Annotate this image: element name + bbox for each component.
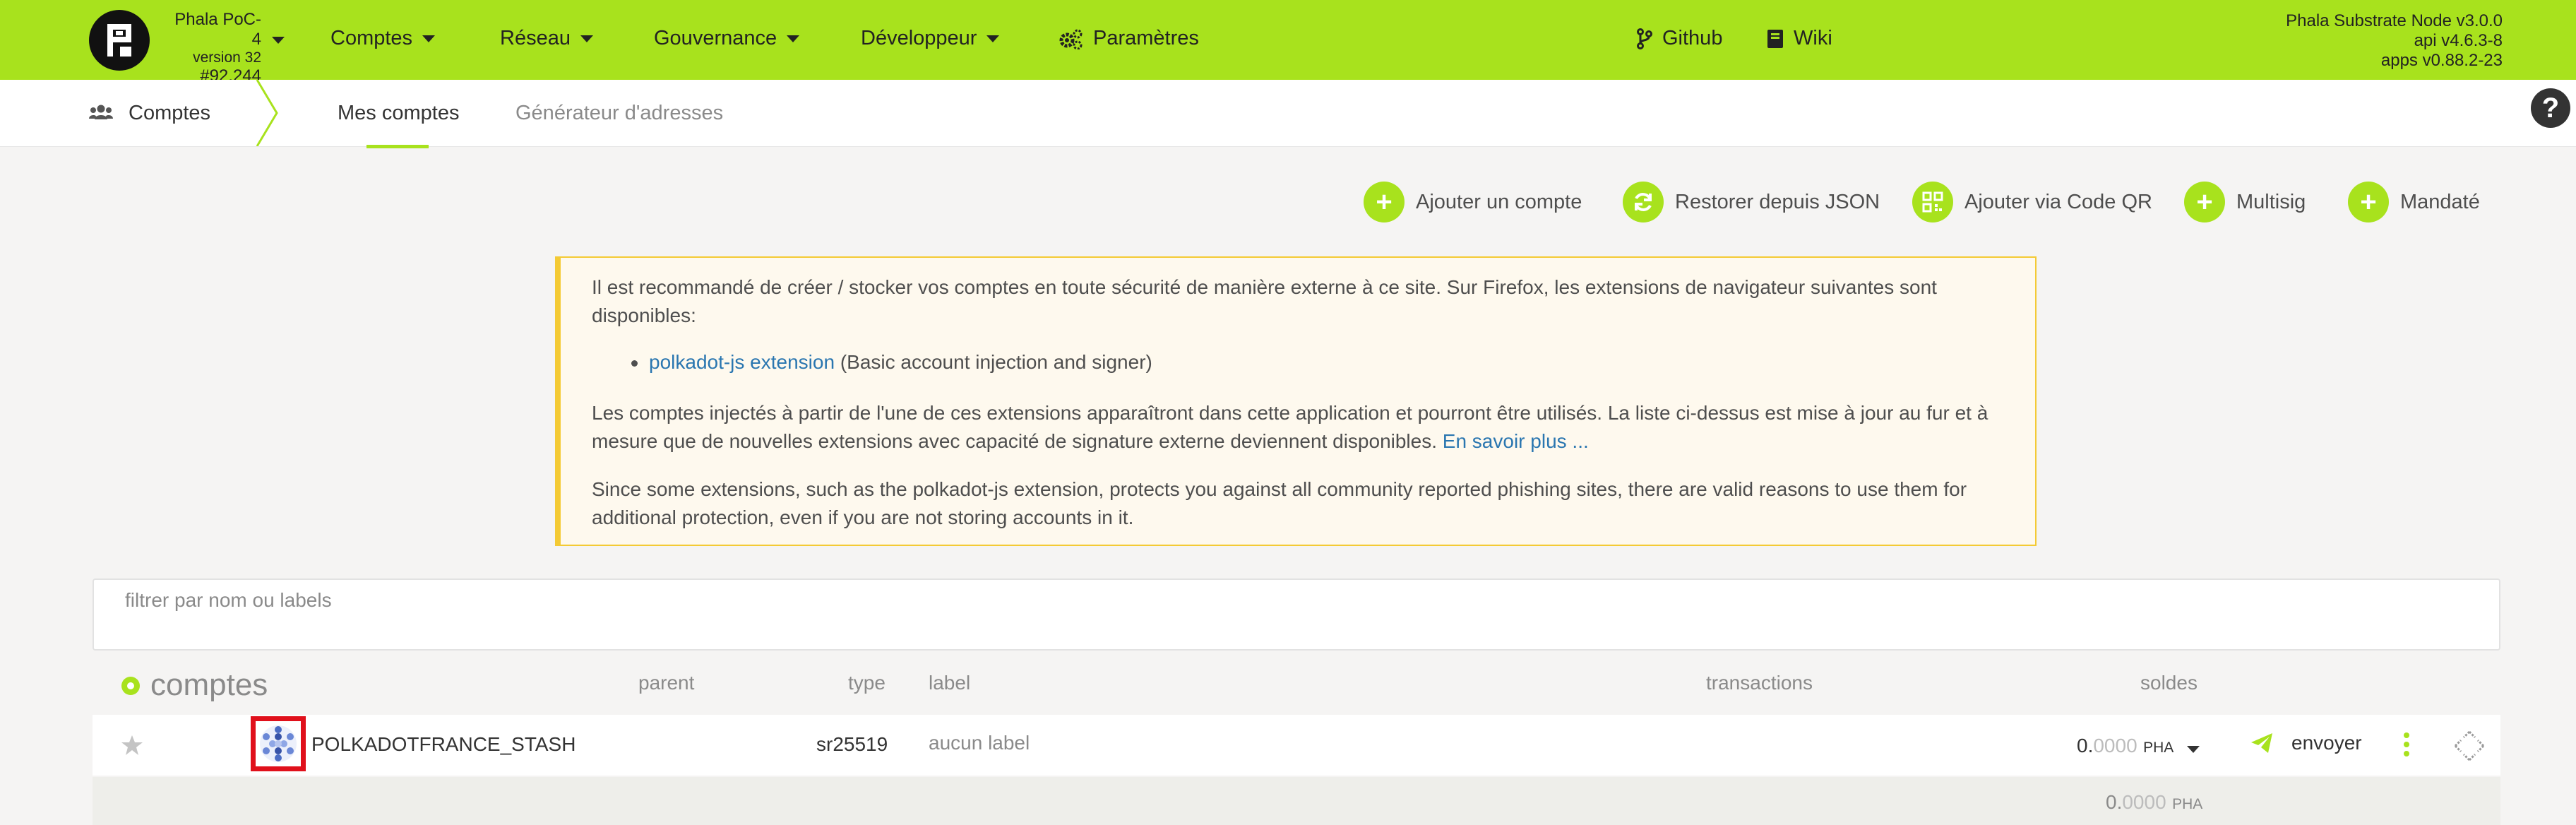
info-paragraph-1: Il est recommandé de créer / stocker vos…: [592, 276, 1937, 326]
extension-description: (Basic account injection and signer): [835, 351, 1152, 373]
nav-reseau[interactable]: Réseau: [500, 27, 593, 50]
help-icon-glyph: ?: [2541, 93, 2560, 124]
sync-icon: [1623, 182, 1664, 222]
header-type: type: [848, 672, 886, 694]
header-label: label: [929, 672, 971, 694]
info-paragraph-3: Since some extensions, such as the polka…: [592, 478, 1967, 528]
code-branch-icon: [1637, 28, 1652, 49]
node-apps-version: apps v0.88.2-23: [2380, 51, 2503, 70]
add-account-button[interactable]: + Ajouter un compte: [1364, 182, 1582, 222]
balance-integer: 0.: [2077, 735, 2094, 756]
sub-navbar: Comptes Mes comptes Générateur d'adresse…: [0, 80, 2576, 147]
link-github[interactable]: Github: [1637, 27, 1722, 50]
users-icon: [89, 105, 113, 119]
send-label: envoyer: [2291, 732, 2362, 754]
active-tab-indicator: [366, 145, 429, 148]
caret-down-icon: [422, 35, 436, 42]
nav-comptes-label: Comptes: [330, 27, 413, 49]
expand-arrows-icon[interactable]: [2454, 730, 2485, 761]
total-decimals: 0000: [2122, 791, 2166, 813]
caret-down-icon: [787, 35, 800, 42]
nav-gouvernance[interactable]: Gouvernance: [654, 27, 800, 50]
info-paragraph-2-text: Les comptes injectés à partir de l'une d…: [592, 402, 1988, 452]
qrcode-icon: [1912, 182, 1953, 222]
add-qr-label: Ajouter via Code QR: [1964, 190, 2152, 213]
gears-icon: [1059, 29, 1083, 49]
restore-json-label: Restorer depuis JSON: [1675, 190, 1880, 213]
nav-parametres[interactable]: Paramètres: [1059, 27, 1199, 50]
link-github-label: Github: [1662, 27, 1723, 49]
accounts-title: comptes: [150, 667, 268, 702]
nav-developpeur[interactable]: Développeur: [861, 27, 1000, 50]
caret-down-icon: [2186, 745, 2200, 753]
status-dot-icon: [121, 677, 140, 695]
nav-comptes[interactable]: Comptes: [330, 27, 436, 50]
table-row: POLKADOTFRANCE_STASH sr25519 aucun label…: [93, 715, 2500, 776]
chain-version: version 32: [193, 49, 261, 66]
accounts-table-header: comptes parent type label transactions s…: [93, 655, 2500, 710]
polkadot-extension-link[interactable]: polkadot-js extension: [649, 351, 835, 373]
plus-icon: +: [2184, 182, 2225, 222]
caret-down-icon: [580, 35, 593, 42]
link-wiki[interactable]: Wiki: [1767, 27, 1832, 50]
filter-input[interactable]: filtrer par nom ou labels: [93, 578, 2500, 651]
multisig-label: Multisig: [2236, 190, 2306, 213]
more-options-icon[interactable]: [2403, 732, 2410, 757]
chain-selector-caret-icon[interactable]: [272, 37, 285, 44]
paper-plane-icon: [2251, 733, 2272, 753]
top-navbar: Phala PoC-4 version 32 #92,244 Comptes R…: [0, 0, 2576, 85]
nav-reseau-label: Réseau: [500, 27, 571, 49]
learn-more-link[interactable]: En savoir plus ...: [1443, 430, 1589, 452]
account-name[interactable]: POLKADOTFRANCE_STASH: [311, 733, 576, 756]
add-qr-button[interactable]: Ajouter via Code QR: [1912, 182, 2152, 222]
account-label[interactable]: aucun label: [929, 732, 1030, 754]
phala-logo[interactable]: [89, 10, 150, 71]
breadcrumb-chevron: [256, 80, 278, 146]
account-balance[interactable]: 0.0000 PHA: [2077, 735, 2200, 757]
header-balances: soldes: [2140, 672, 2198, 694]
balance-unit: PHA: [2143, 740, 2174, 756]
node-info: Phala Substrate Node v3.0.0 api v4.6.3-8…: [2286, 11, 2503, 71]
restore-json-button[interactable]: Restorer depuis JSON: [1623, 182, 1880, 222]
nav-parametres-label: Paramètres: [1093, 27, 1199, 49]
multisig-button[interactable]: + Multisig: [2184, 182, 2306, 222]
plus-icon: +: [2348, 182, 2389, 222]
bullet-icon: [631, 360, 638, 367]
account-type: sr25519: [816, 733, 888, 755]
tab-mes-comptes[interactable]: Mes comptes: [338, 102, 459, 125]
tab-generateur-adresses[interactable]: Générateur d'adresses: [515, 102, 723, 125]
total-balance: 0.0000 PHA: [2106, 791, 2202, 814]
add-account-label: Ajouter un compte: [1416, 190, 1582, 213]
balance-decimals: 0000: [2093, 735, 2137, 756]
total-unit: PHA: [2172, 796, 2203, 812]
total-row: 0.0000 PHA: [93, 777, 2500, 825]
chain-info[interactable]: Phala PoC-4 version 32 #92,244: [167, 10, 261, 86]
book-icon: [1767, 29, 1783, 48]
account-identicon[interactable]: [251, 716, 306, 771]
header-transactions: transactions: [1706, 672, 1813, 694]
total-integer: 0.: [2106, 791, 2123, 813]
header-parent: parent: [638, 672, 695, 694]
favorite-star-icon[interactable]: [121, 735, 143, 756]
section-title: Comptes: [129, 102, 211, 124]
link-wiki-label: Wiki: [1794, 27, 1832, 49]
extension-info-box: Il est recommandé de créer / stocker vos…: [555, 256, 2037, 546]
proxy-label: Mandaté: [2400, 190, 2480, 213]
plus-icon: +: [1364, 182, 1405, 222]
nav-gouvernance-label: Gouvernance: [654, 27, 777, 49]
node-name: Phala Substrate Node v3.0.0: [2286, 11, 2503, 30]
filter-placeholder: filtrer par nom ou labels: [125, 589, 332, 611]
proxy-button[interactable]: + Mandaté: [2348, 182, 2480, 222]
chain-name: Phala PoC-4: [174, 10, 261, 49]
help-icon[interactable]: ?: [2531, 88, 2570, 128]
send-button[interactable]: envoyer: [2250, 732, 2362, 754]
info-paragraph-2: Les comptes injectés à partir de l'une d…: [592, 399, 2018, 456]
extension-list-item: polkadot-js extension (Basic account inj…: [631, 348, 1152, 376]
node-api-version: api v4.6.3-8: [2414, 31, 2503, 50]
nav-developpeur-label: Développeur: [861, 27, 977, 49]
caret-down-icon: [986, 35, 1000, 42]
